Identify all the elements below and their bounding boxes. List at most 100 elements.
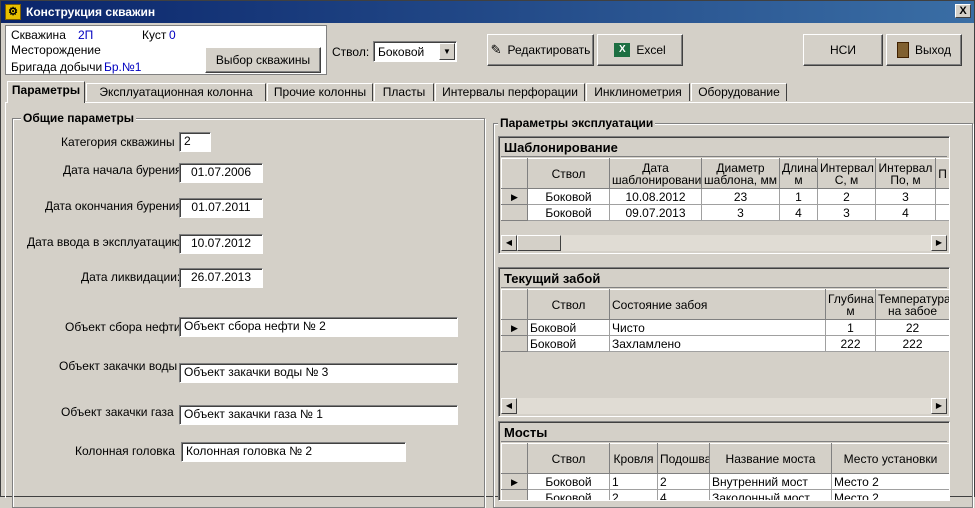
table-cell[interactable]: Захламлено <box>609 335 826 352</box>
table-cell[interactable]: Место 2 <box>831 473 949 490</box>
tab-production-casing[interactable]: Эксплуатационная колонна <box>86 83 266 101</box>
oil-object-field[interactable]: Объект сбора нефти № 2 <box>179 317 458 337</box>
table-cell[interactable]: 2 <box>657 473 710 490</box>
table-cell[interactable]: Чисто <box>609 319 826 336</box>
scroll-left-icon[interactable]: ◀ <box>501 398 517 414</box>
column-header[interactable]: Диаметр шаблона, мм <box>701 158 780 189</box>
tab-perforation-intervals[interactable]: Интервалы перфорации <box>435 83 585 101</box>
trunk-select[interactable]: Боковой ▼ <box>373 41 457 62</box>
table-cell[interactable]: Боковой <box>527 489 610 500</box>
nsi-button[interactable]: НСИ <box>803 34 883 66</box>
tab-other-casings[interactable]: Прочие колонны <box>267 83 373 101</box>
table-cell[interactable]: 2 <box>817 188 876 205</box>
bridges-table: Ствол Кровля Подошва Название моста Мест… <box>501 443 949 500</box>
column-header[interactable]: Температура на забое <box>875 289 949 320</box>
scroll-right-icon[interactable]: ▶ <box>931 235 947 251</box>
water-object-label: Объект закачки воды <box>59 359 178 373</box>
bottomhole-table: Ствол Состояние забоя Глубина м Температ… <box>501 289 949 352</box>
table-cell[interactable] <box>935 188 949 205</box>
table-cell[interactable]: Боковой <box>527 319 610 336</box>
category-field[interactable]: 2 <box>179 132 211 152</box>
column-header[interactable]: Состояние забоя <box>609 289 826 320</box>
bottomhole-hscrollbar[interactable]: ◀ ▶ <box>501 398 947 414</box>
table-row[interactable]: Боковой 09.07.2013 3 4 3 4 <box>501 204 949 221</box>
scroll-left-icon[interactable]: ◀ <box>501 235 517 251</box>
column-header[interactable]: П <box>935 158 949 189</box>
table-cell[interactable]: 3 <box>817 204 876 221</box>
table-cell[interactable]: 3 <box>701 204 780 221</box>
row-indicator-header <box>501 443 528 474</box>
tab-parameters[interactable]: Параметры <box>7 81 85 103</box>
chevron-down-icon[interactable]: ▼ <box>439 43 455 60</box>
close-button[interactable]: X <box>955 4 971 18</box>
templating-grid: Шаблонирование Ствол Дата шаблонирования… <box>498 136 950 254</box>
column-header[interactable]: Глубина м <box>825 289 876 320</box>
column-header[interactable]: Интервал С, м <box>817 158 876 189</box>
table-cell[interactable]: Боковой <box>527 473 610 490</box>
excel-label: Excel <box>636 43 666 57</box>
table-cell[interactable]: 1 <box>779 188 818 205</box>
exploitation-params-group: Параметры эксплуатации Шаблонирование Ст… <box>493 116 973 508</box>
drill-end-field[interactable]: 01.07.2011 <box>179 198 263 218</box>
table-row[interactable]: ▶ Боковой Чисто 1 22 <box>501 319 949 336</box>
table-row[interactable]: Боковой 2 4 Заколонный мост Место 2 <box>501 489 949 500</box>
table-cell[interactable]: Боковой <box>527 204 610 221</box>
column-header[interactable]: Ствол <box>527 443 610 474</box>
tab-inclinometry[interactable]: Инклинометрия <box>586 83 690 101</box>
excel-button[interactable]: X Excel <box>597 34 683 66</box>
tab-equipment[interactable]: Оборудование <box>691 83 787 101</box>
column-header[interactable]: Ствол <box>527 289 610 320</box>
column-header[interactable]: Интервал По, м <box>875 158 936 189</box>
table-cell[interactable]: Место 2 <box>831 489 949 500</box>
templating-hscrollbar[interactable]: ◀ ▶ <box>501 235 947 251</box>
tab-formations[interactable]: Пласты <box>374 83 434 101</box>
table-cell[interactable]: 4 <box>657 489 710 500</box>
column-header[interactable]: Ствол <box>527 158 610 189</box>
main-window: ⚙ Конструкция скважин X Скважина 2П Куст… <box>0 0 975 508</box>
water-object-field[interactable]: Объект закачки воды № 3 <box>179 363 458 383</box>
column-header[interactable]: Кровля <box>609 443 658 474</box>
table-cell[interactable]: 09.07.2013 <box>609 204 702 221</box>
commission-field[interactable]: 10.07.2012 <box>179 234 263 254</box>
bottomhole-title: Текущий забой <box>501 270 947 288</box>
liquidation-field[interactable]: 26.07.2013 <box>179 268 263 288</box>
row-indicator <box>501 489 528 500</box>
table-cell[interactable]: Боковой <box>527 188 610 205</box>
column-header[interactable]: Название моста <box>709 443 832 474</box>
bridges-grid: Мосты Ствол Кровля Подошва Название мост… <box>498 421 950 501</box>
bridges-header-row: Ствол Кровля Подошва Название моста Мест… <box>501 443 949 474</box>
table-cell[interactable]: 22 <box>875 319 949 336</box>
table-cell[interactable]: 1 <box>609 473 658 490</box>
column-header[interactable]: Место установки <box>831 443 949 474</box>
table-cell[interactable]: 10.08.2012 <box>609 188 702 205</box>
column-header[interactable]: Подошва <box>657 443 710 474</box>
table-cell[interactable]: 1 <box>825 319 876 336</box>
table-cell[interactable]: Боковой <box>527 335 610 352</box>
scroll-thumb[interactable] <box>517 235 561 251</box>
table-row[interactable]: Боковой Захламлено 222 222 <box>501 335 949 352</box>
table-cell[interactable]: 222 <box>875 335 949 352</box>
bridges-title: Мосты <box>501 424 947 442</box>
table-cell[interactable]: 222 <box>825 335 876 352</box>
edit-button[interactable]: ✎ Редактировать <box>487 34 594 66</box>
row-indicator-header <box>501 289 528 320</box>
table-cell[interactable]: Внутренний мост <box>709 473 832 490</box>
table-cell[interactable]: 4 <box>875 204 936 221</box>
select-well-button[interactable]: Выбор скважины <box>205 47 321 73</box>
scroll-right-icon[interactable]: ▶ <box>931 398 947 414</box>
table-cell[interactable]: Заколонный мост <box>709 489 832 500</box>
column-header[interactable]: Длина м <box>779 158 818 189</box>
exit-button[interactable]: Выход <box>886 34 962 66</box>
gas-object-field[interactable]: Объект закачки газа № 1 <box>179 405 458 425</box>
table-row[interactable]: ▶ Боковой 1 2 Внутренний мост Место 2 <box>501 473 949 490</box>
table-cell[interactable]: 4 <box>779 204 818 221</box>
table-cell[interactable]: 23 <box>701 188 780 205</box>
tab-panel-parameters: Общие параметры Категория скважины 2 Дат… <box>5 102 973 508</box>
table-cell[interactable] <box>935 204 949 221</box>
table-cell[interactable]: 2 <box>609 489 658 500</box>
drill-start-field[interactable]: 01.07.2006 <box>179 163 263 183</box>
column-header[interactable]: Дата шаблонирования <box>609 158 702 189</box>
column-head-field[interactable]: Колонная головка № 2 <box>181 442 406 462</box>
table-row[interactable]: ▶ Боковой 10.08.2012 23 1 2 3 <box>501 188 949 205</box>
table-cell[interactable]: 3 <box>875 188 936 205</box>
